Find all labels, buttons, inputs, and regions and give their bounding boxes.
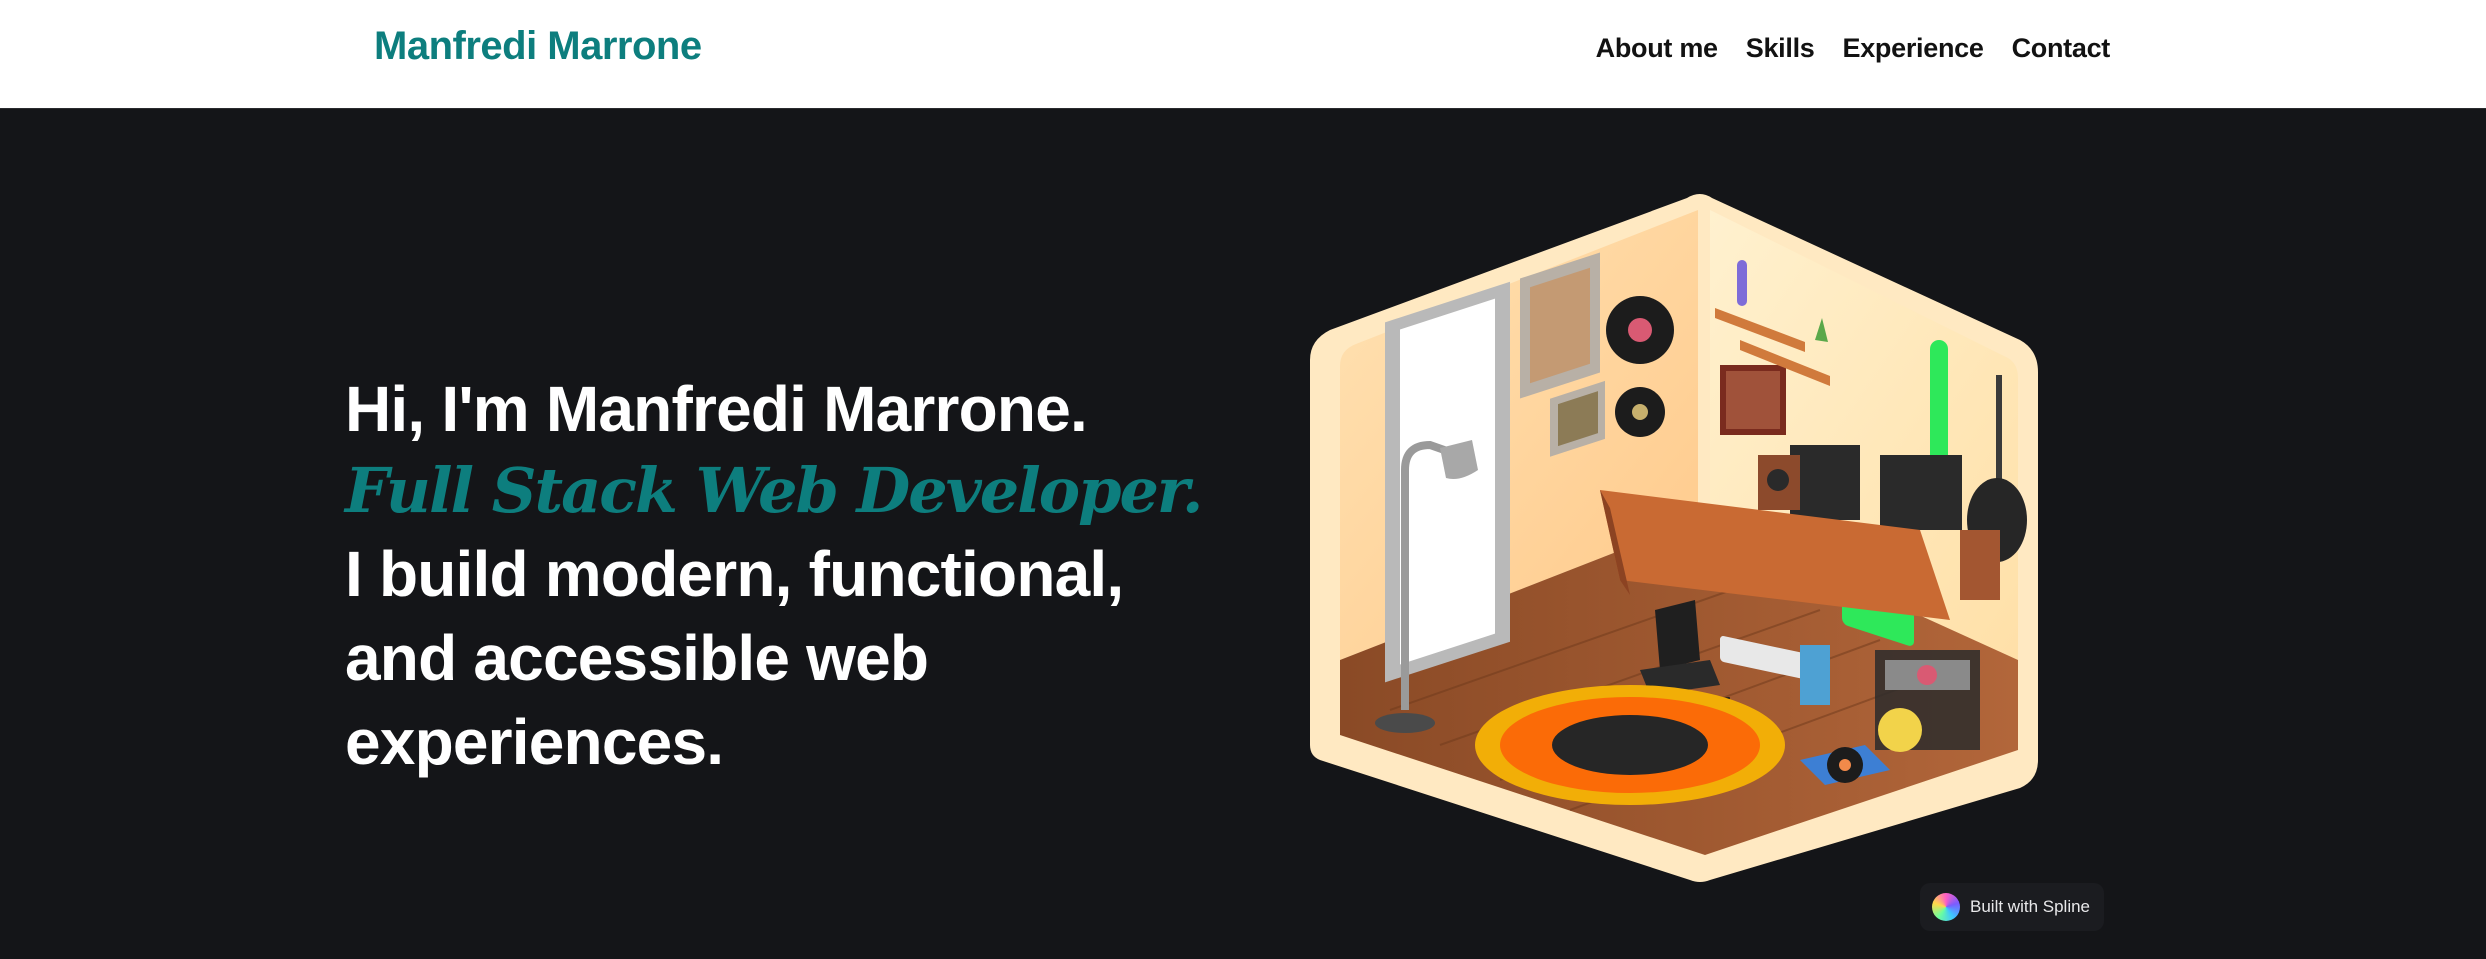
- nav-skills[interactable]: Skills: [1746, 33, 1815, 64]
- spline-badge-label: Built with Spline: [1970, 897, 2091, 916]
- spline-logo-icon: [1932, 893, 1960, 921]
- main-nav: About me Skills Experience Contact: [1596, 33, 2111, 64]
- hero-intro: Hi, I'm Manfredi Marrone. Full Stack Web…: [345, 368, 1245, 784]
- built-with-spline-badge[interactable]: Built with Spline: [1920, 883, 2104, 931]
- nav-about-me[interactable]: About me: [1596, 33, 1718, 64]
- brand-logo-link[interactable]: Manfredi Marrone: [374, 24, 702, 69]
- isometric-room-illustration[interactable]: [1300, 190, 2050, 890]
- hero-role: Full Stack Web Developer.: [345, 454, 1203, 527]
- nav-experience[interactable]: Experience: [1843, 33, 1984, 64]
- site-header: Manfredi Marrone About me Skills Experie…: [0, 0, 2486, 109]
- hero-tagline: I build modern, functional, and accessib…: [345, 538, 1124, 778]
- nav-contact[interactable]: Contact: [2012, 33, 2111, 64]
- hero-greeting: Hi, I'm Manfredi Marrone.: [345, 373, 1088, 445]
- room-icon: [1310, 194, 2038, 882]
